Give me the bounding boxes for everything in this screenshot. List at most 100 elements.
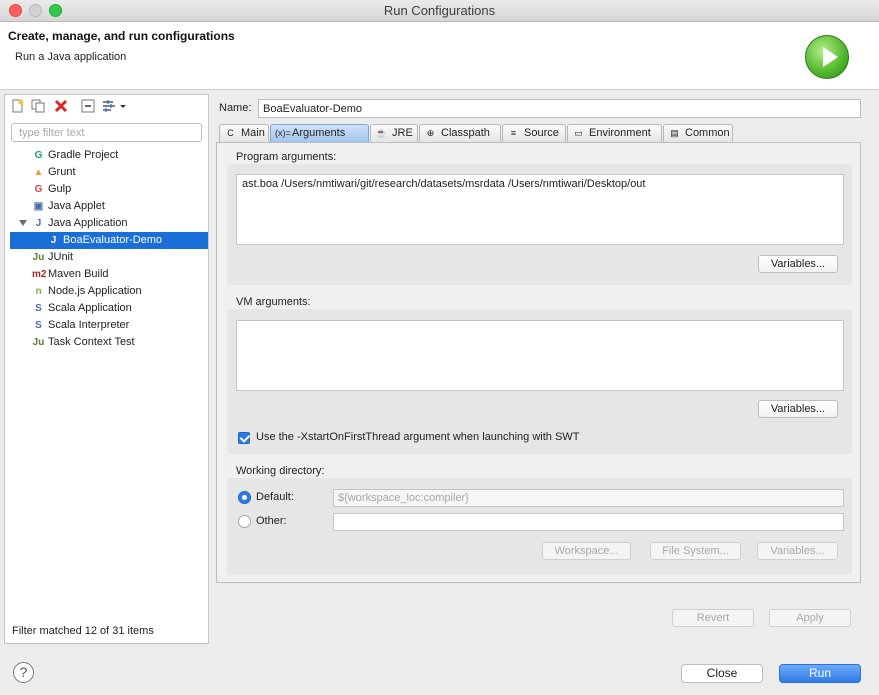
new-config-icon[interactable] [10, 99, 24, 113]
tree-item[interactable]: ▲ Grunt [5, 164, 208, 181]
tree-item-label: Maven Build [48, 268, 109, 280]
swt-checkbox-label: Use the -XstartOnFirstThread argument wh… [256, 431, 580, 443]
workspace-button[interactable]: Workspace... [542, 542, 631, 560]
default-radio-label: Default: [256, 491, 294, 503]
header-title: Create, manage, and run configurations [8, 29, 235, 43]
nodejs-icon: n [35, 286, 42, 297]
environment-tab-icon: ▭ [574, 128, 583, 138]
java-config-icon: J [50, 235, 57, 246]
configuration-list-panel: GGradle Project▲GruntGGulp▣Java AppletJJ… [4, 94, 209, 644]
left-toolbar [5, 95, 208, 117]
maven-icon: m2 [32, 269, 47, 280]
vm-arguments-input[interactable] [236, 320, 844, 391]
tree-item-label: Gradle Project [48, 149, 119, 161]
tree-item-label: Grunt [48, 166, 76, 178]
file-system-button[interactable]: File System... [650, 542, 741, 560]
tab-label: Arguments [292, 127, 346, 139]
tree-item-label: Scala Interpreter [48, 319, 130, 331]
common-tab-icon: ▤ [670, 128, 679, 138]
other-radio-label: Other: [256, 515, 287, 527]
source-tab-icon: ≡ [510, 128, 517, 138]
title-bar: Run Configurations [0, 0, 879, 22]
run-icon [805, 35, 849, 79]
tab-environment[interactable]: ▭ Environment [567, 124, 662, 143]
tree-item-label: Scala Application [48, 302, 132, 314]
working-directory-label: Working directory: [236, 465, 325, 477]
task-context-icon: Ju [32, 337, 45, 348]
close-button[interactable]: Close [681, 664, 763, 683]
name-label: Name: [219, 102, 252, 114]
arguments-tab-icon: (x)= [275, 128, 291, 138]
vm-variables-button[interactable]: Variables... [758, 400, 838, 418]
tree-item[interactable]: J BoaEvaluator-Demo [10, 232, 208, 249]
default-radio[interactable] [238, 491, 251, 504]
tree-item[interactable]: G Gulp [5, 181, 208, 198]
filter-status: Filter matched 12 of 31 items [12, 625, 154, 637]
tab-source[interactable]: ≡ Source [502, 124, 566, 143]
default-directory-input[interactable] [333, 489, 844, 507]
tab-main[interactable]: C Main [219, 124, 269, 143]
help-icon[interactable]: ? [13, 662, 34, 683]
program-arguments-input[interactable]: ast.boa /Users/nmtiwari/git/research/dat… [236, 174, 844, 245]
tab-jre[interactable]: ☕ JRE [370, 124, 418, 143]
tree-item[interactable]: S Scala Application [5, 300, 208, 317]
collapse-all-icon[interactable] [81, 99, 95, 113]
gulp-icon: G [34, 184, 43, 195]
revert-button[interactable]: Revert [672, 609, 754, 627]
filter-input[interactable] [11, 123, 202, 142]
tree-item-label: Java Application [48, 217, 128, 229]
program-arguments-group: ast.boa /Users/nmtiwari/git/research/dat… [227, 164, 852, 285]
duplicate-icon[interactable] [31, 99, 45, 113]
java-application-icon: J [35, 218, 42, 229]
java-applet-icon: ▣ [33, 201, 44, 212]
scala-interpreter-icon: S [35, 320, 42, 331]
header-subtitle: Run a Java application [15, 51, 127, 63]
other-radio[interactable] [238, 515, 251, 528]
wd-variables-button[interactable]: Variables... [757, 542, 838, 560]
tree-item[interactable]: S Scala Interpreter [5, 317, 208, 334]
tab-classpath[interactable]: ⊕ Classpath [419, 124, 501, 143]
vm-arguments-label: VM arguments: [236, 296, 311, 308]
window-title: Run Configurations [383, 3, 496, 18]
name-input[interactable] [258, 99, 861, 118]
vm-arguments-group: Variables... Use the -XstartOnFirstThrea… [227, 309, 852, 454]
tree-item[interactable]: J Java Application [5, 215, 208, 232]
working-directory-group: Default: Other: Workspace... File System… [227, 478, 852, 575]
expand-caret-icon[interactable] [19, 220, 27, 226]
filter-icon[interactable] [102, 99, 128, 113]
program-variables-button[interactable]: Variables... [758, 255, 838, 273]
main-tab-icon: C [227, 128, 234, 138]
scala-application-icon: S [35, 303, 42, 314]
grunt-icon: ▲ [33, 167, 44, 178]
tree-item[interactable]: ▣ Java Applet [5, 198, 208, 215]
configuration-tree: G Gradle Project ▲ Grunt G Gulp ▣ Java Applet J J… [5, 147, 208, 351]
delete-icon[interactable] [54, 99, 68, 113]
tree-item-label: Task Context Test [48, 336, 135, 348]
tab-label: Classpath [441, 127, 490, 139]
jre-tab-icon: ☕ [375, 128, 388, 138]
tree-item[interactable]: Ju Task Context Test [5, 334, 208, 351]
apply-button[interactable]: Apply [769, 609, 851, 627]
tree-item-label: BoaEvaluator-Demo [63, 234, 163, 246]
tree-item[interactable]: m2 Maven Build [5, 266, 208, 283]
tab-label: Main [241, 127, 265, 139]
tree-item[interactable]: Ju JUnit [5, 249, 208, 266]
run-button[interactable]: Run [779, 664, 861, 683]
other-directory-input[interactable] [333, 513, 844, 531]
tab-arguments[interactable]: (x)= Arguments [270, 124, 369, 143]
tab-label: Source [524, 127, 559, 139]
tab-label: Environment [589, 127, 651, 139]
tree-item-label: Java Applet [48, 200, 105, 212]
tree-item-label: Gulp [48, 183, 72, 195]
junit-icon: Ju [32, 252, 45, 263]
swt-checkbox[interactable] [238, 432, 250, 444]
tree-item[interactable]: n Node.js Application [5, 283, 208, 300]
tab-label: JRE [392, 127, 413, 139]
tab-common[interactable]: ▤ Common [663, 124, 733, 143]
tree-item-label: Node.js Application [48, 285, 142, 297]
tree-item[interactable]: G Gradle Project [5, 147, 208, 164]
arguments-tab-panel: Program arguments: ast.boa /Users/nmtiwa… [216, 142, 861, 583]
gradle-icon: G [34, 150, 43, 161]
dialog-header: Create, manage, and run configurations R… [0, 22, 879, 90]
tab-label: Common [685, 127, 730, 139]
